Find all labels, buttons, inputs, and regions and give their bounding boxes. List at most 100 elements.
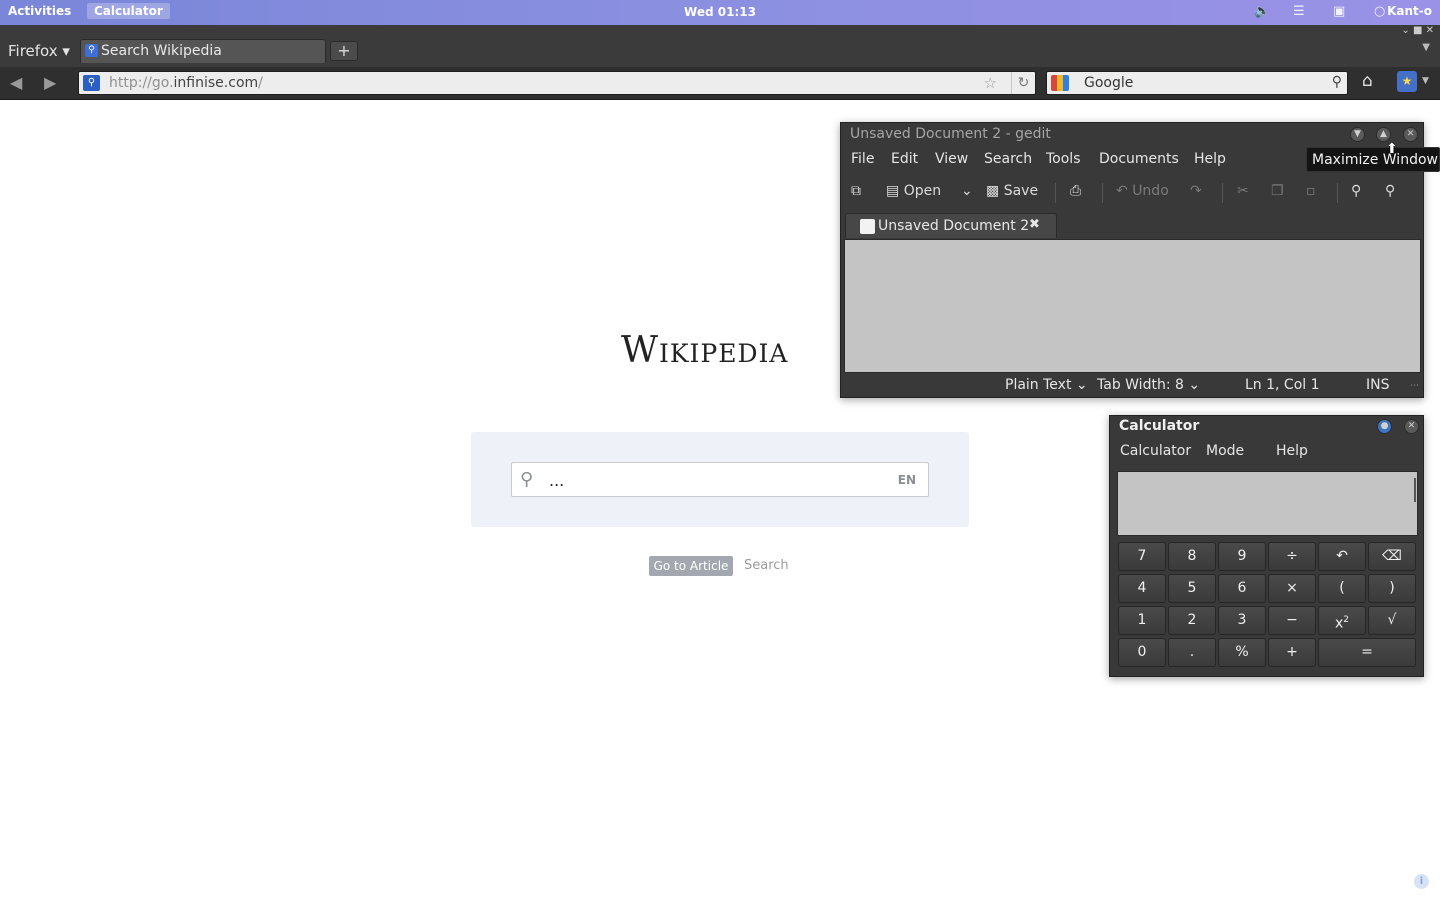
- firefox-tab-bar: Firefox ▾ ⚲ Search Wikipedia + ▼ ⌄ ■ ✕: [0, 25, 1440, 67]
- wiki-search-panel: ⚲ ... EN: [471, 432, 969, 527]
- resize-grip-icon[interactable]: ⋯: [1410, 381, 1419, 391]
- key-9[interactable]: 9: [1218, 542, 1266, 571]
- activities-button[interactable]: Activities: [8, 4, 71, 18]
- menu-calculator[interactable]: Calculator: [1120, 443, 1191, 459]
- menu-help[interactable]: Help: [1276, 443, 1308, 459]
- back-icon[interactable]: ◀: [10, 73, 22, 92]
- new-document-icon[interactable]: ⧉: [851, 183, 861, 199]
- clock[interactable]: Wed 01:13: [0, 5, 1440, 19]
- find-icon[interactable]: ⚲: [1351, 183, 1361, 199]
- gedit-toolbar: ⧉ ▤ Open ⌄ ▩ Save ⎙ ↶ Undo ↷ ✂ ❐ ▫ ⚲ ⚲: [841, 175, 1423, 209]
- minimize-icon[interactable]: ▼: [1350, 127, 1365, 142]
- list-all-tabs-icon[interactable]: ▼: [1422, 42, 1430, 53]
- battery-icon[interactable]: ▣: [1333, 4, 1345, 19]
- calculator-display[interactable]: [1117, 471, 1418, 536]
- info-icon[interactable]: i: [1414, 874, 1429, 889]
- close-icon[interactable]: ✕: [1403, 127, 1418, 142]
- open-button[interactable]: ▤ Open: [886, 183, 941, 199]
- reload-icon[interactable]: ↻: [1011, 72, 1035, 94]
- menu-edit[interactable]: Edit: [891, 151, 918, 167]
- key-percent[interactable]: %: [1218, 638, 1266, 667]
- wifi-icon[interactable]: ☰: [1293, 4, 1305, 19]
- language-selector[interactable]: Plain Text ⌄: [1005, 377, 1088, 393]
- key-2[interactable]: 2: [1168, 606, 1216, 635]
- bookmark-star-icon[interactable]: ☆: [984, 74, 997, 92]
- wikipedia-logo: Wikipedia: [621, 330, 789, 371]
- key-equals[interactable]: =: [1318, 638, 1416, 667]
- redo-icon[interactable]: ↷: [1190, 183, 1202, 199]
- key-divide[interactable]: ÷: [1268, 542, 1316, 571]
- document-tab-label: Unsaved Document 2: [878, 218, 1030, 234]
- toolbar-divider: [1337, 183, 1338, 203]
- key-open-paren[interactable]: (: [1318, 574, 1366, 603]
- copy-icon[interactable]: ❐: [1271, 183, 1284, 199]
- tab-width-selector[interactable]: Tab Width: 8 ⌄: [1097, 377, 1200, 393]
- toolbar-divider: [1102, 183, 1103, 203]
- gedit-titlebar[interactable]: Unsaved Document 2 - gedit ▼ ▲ ✕: [841, 123, 1423, 147]
- backspace-icon[interactable]: ⌫: [1368, 542, 1416, 571]
- forward-icon[interactable]: ▶: [44, 73, 56, 92]
- key-0[interactable]: 0: [1118, 638, 1166, 667]
- key-4[interactable]: 4: [1118, 574, 1166, 603]
- cursor-position: Ln 1, Col 1: [1245, 377, 1320, 393]
- key-close-paren[interactable]: ): [1368, 574, 1416, 603]
- key-add[interactable]: +: [1268, 638, 1316, 667]
- window-controls-icon[interactable]: ⌄ ■ ✕: [1401, 25, 1434, 36]
- menu-tools[interactable]: Tools: [1046, 151, 1081, 167]
- chat-status-icon[interactable]: ○: [1374, 4, 1385, 19]
- url-text[interactable]: http://go.infinise.com/: [109, 75, 263, 91]
- search-link[interactable]: Search: [744, 558, 789, 573]
- go-to-article-button[interactable]: Go to Article: [649, 556, 733, 576]
- gedit-statusbar: Plain Text ⌄ Tab Width: 8 ⌄ Ln 1, Col 1 …: [841, 375, 1423, 397]
- language-selector[interactable]: EN: [898, 473, 916, 487]
- search-engine-bar[interactable]: Google ⚲: [1046, 71, 1348, 95]
- print-icon[interactable]: ⎙: [1070, 183, 1081, 199]
- key-square[interactable]: x2: [1318, 606, 1366, 635]
- browser-tab[interactable]: ⚲ Search Wikipedia: [80, 39, 326, 63]
- search-icon: ⚲: [520, 469, 534, 490]
- chevron-down-icon[interactable]: ▼: [1422, 76, 1429, 86]
- menu-help[interactable]: Help: [1194, 151, 1226, 167]
- key-6[interactable]: 6: [1218, 574, 1266, 603]
- close-icon[interactable]: ✕: [1404, 419, 1419, 434]
- menu-file[interactable]: File: [851, 151, 874, 167]
- undo-icon[interactable]: ↶: [1318, 542, 1366, 571]
- text-editor-area[interactable]: [844, 239, 1421, 373]
- menu-mode[interactable]: Mode: [1206, 443, 1244, 459]
- menu-search[interactable]: Search: [984, 151, 1032, 167]
- key-multiply[interactable]: ×: [1268, 574, 1316, 603]
- key-7[interactable]: 7: [1118, 542, 1166, 571]
- url-bar[interactable]: ⚲ http://go.infinise.com/ ☆ ↻: [78, 71, 1036, 95]
- wiki-search-input[interactable]: ⚲ ... EN: [511, 462, 929, 497]
- key-subtract[interactable]: −: [1268, 606, 1316, 635]
- top-panel: Activities Calculator Wed 01:13 🔈 ☰ ▣ ○ …: [0, 0, 1440, 25]
- document-tab[interactable]: Unsaved Document 2 ✖: [845, 213, 1057, 238]
- home-icon[interactable]: ⌂: [1362, 71, 1373, 91]
- paste-icon[interactable]: ▫: [1306, 183, 1316, 199]
- maximize-icon[interactable]: ●: [1377, 419, 1392, 434]
- undo-button[interactable]: ↶ Undo: [1116, 183, 1169, 199]
- user-menu[interactable]: Kant-o: [1387, 4, 1432, 18]
- key-3[interactable]: 3: [1218, 606, 1266, 635]
- menu-view[interactable]: View: [935, 151, 968, 167]
- search-icon[interactable]: ⚲: [1332, 74, 1342, 90]
- key-5[interactable]: 5: [1168, 574, 1216, 603]
- google-icon[interactable]: [1051, 75, 1069, 91]
- find-replace-icon[interactable]: ⚲: [1385, 183, 1395, 199]
- save-button[interactable]: ▩ Save: [986, 183, 1038, 199]
- key-decimal[interactable]: .: [1168, 638, 1216, 667]
- key-1[interactable]: 1: [1118, 606, 1166, 635]
- volume-icon[interactable]: 🔈: [1254, 4, 1270, 19]
- site-identity-icon[interactable]: ⚲: [83, 75, 100, 91]
- cut-icon[interactable]: ✂: [1237, 183, 1249, 199]
- firefox-menu-button[interactable]: Firefox ▾: [8, 42, 70, 60]
- new-tab-button[interactable]: +: [330, 41, 358, 61]
- addon-icon[interactable]: ★: [1397, 71, 1417, 92]
- open-recent-chevron-icon[interactable]: ⌄: [961, 183, 973, 199]
- app-menu-button[interactable]: Calculator: [87, 3, 170, 19]
- key-sqrt[interactable]: √: [1368, 606, 1416, 635]
- menu-documents[interactable]: Documents: [1099, 151, 1179, 167]
- maximize-icon[interactable]: ▲: [1376, 127, 1391, 142]
- close-tab-icon[interactable]: ✖: [1029, 217, 1040, 232]
- key-8[interactable]: 8: [1168, 542, 1216, 571]
